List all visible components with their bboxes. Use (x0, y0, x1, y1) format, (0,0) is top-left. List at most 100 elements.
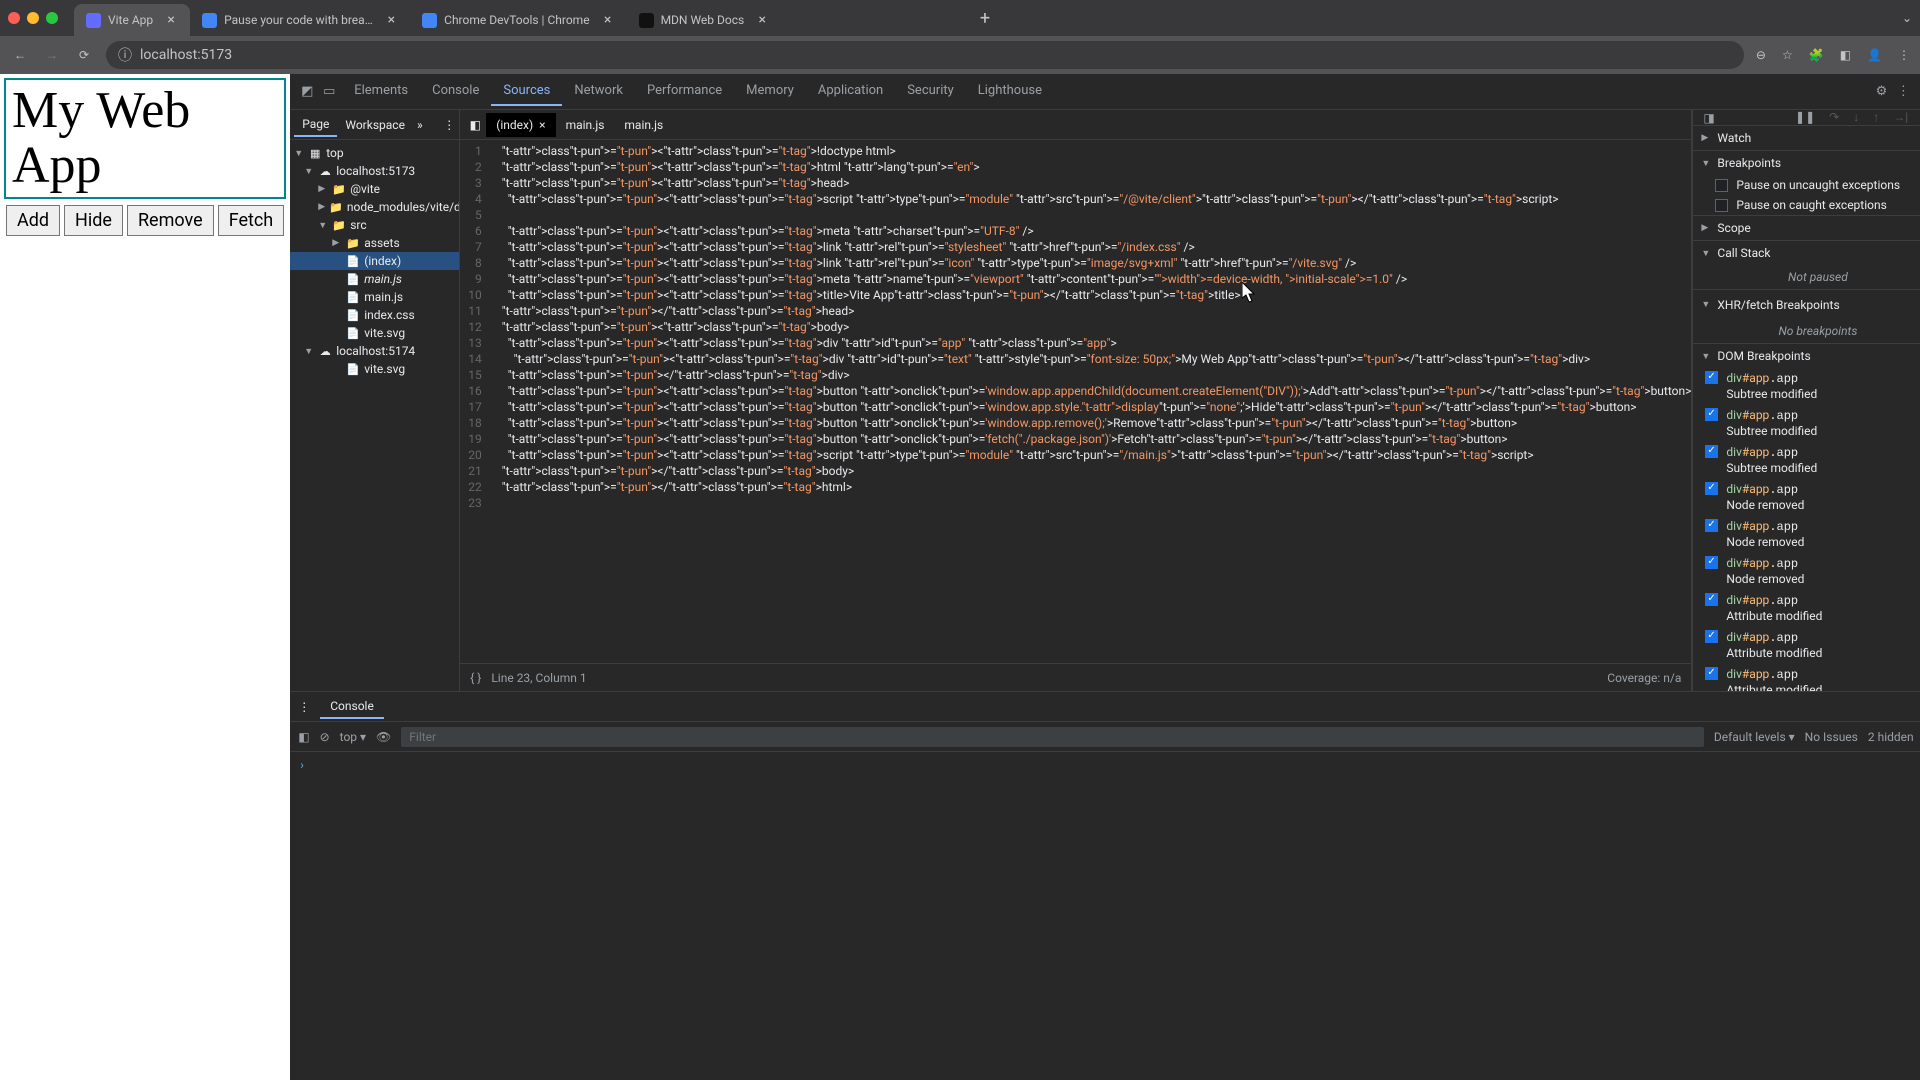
add-button[interactable]: Add (6, 205, 60, 236)
browser-tab[interactable]: Chrome DevTools | Chrome× (410, 4, 626, 36)
profile-icon[interactable]: 👤 (1867, 48, 1882, 62)
toggle-debugger-pane-icon[interactable]: ◨ (1703, 111, 1714, 125)
toggle-navigator-icon[interactable]: ◧ (466, 116, 484, 134)
sidepanel-icon[interactable]: ◧ (1840, 48, 1851, 62)
tree-item[interactable]: ▶📁node_modules/vite/dis (290, 198, 459, 216)
menu-icon[interactable]: ⋮ (1898, 48, 1910, 62)
code-content[interactable]: "t-attr">class"t-pun">="t-pun"><"t-attr"… (490, 140, 1692, 663)
tree-item[interactable]: ▼▦top (290, 144, 459, 162)
tree-item[interactable]: 📄vite.svg (290, 324, 459, 342)
fetch-button[interactable]: Fetch (218, 205, 285, 236)
hide-button[interactable]: Hide (64, 205, 123, 236)
device-mode-icon[interactable]: ▭ (320, 83, 338, 101)
browser-tab[interactable]: Vite App× (74, 4, 190, 36)
remove-button[interactable]: Remove (127, 205, 214, 236)
tree-item[interactable]: 📄(index) (290, 252, 459, 270)
dom-breakpoint-item[interactable]: div#app.appSubtree modified (1693, 368, 1920, 405)
panel-memory[interactable]: Memory (734, 77, 806, 106)
navigator-overflow-icon[interactable]: » (417, 118, 423, 132)
dom-breakpoint-item[interactable]: div#app.appAttribute modified (1693, 627, 1920, 664)
forward-button[interactable]: → (42, 45, 62, 65)
tree-item[interactable]: 📄vite.svg (290, 360, 459, 378)
panel-security[interactable]: Security (895, 77, 966, 106)
step-into-icon[interactable]: ↓ (1853, 110, 1859, 125)
more-icon[interactable]: ⋮ (1894, 83, 1912, 101)
tree-item[interactable]: ▼☁localhost:5174 (290, 342, 459, 360)
drawer-menu-icon[interactable]: ⋮ (298, 700, 310, 714)
navigator-menu-icon[interactable]: ⋮ (443, 118, 455, 132)
dom-breakpoint-item[interactable]: div#app.appSubtree modified (1693, 405, 1920, 442)
checkbox-icon[interactable] (1705, 667, 1718, 680)
console-filter-input[interactable] (401, 727, 1704, 747)
live-expression-icon[interactable]: 👁 (376, 730, 391, 744)
hidden-count[interactable]: 2 hidden (1868, 730, 1914, 744)
console-prompt[interactable]: › (290, 752, 1920, 778)
zoom-icon[interactable]: ⊖ (1756, 48, 1766, 62)
breakpoints-section[interactable]: ▼Breakpoints (1693, 151, 1920, 175)
checkbox-icon[interactable] (1705, 371, 1718, 384)
close-tab-icon[interactable]: × (164, 13, 178, 27)
console-sidebar-icon[interactable]: ◧ (298, 730, 309, 744)
new-tab-button[interactable]: + (972, 8, 998, 29)
dom-breakpoint-item[interactable]: div#app.appSubtree modified (1693, 442, 1920, 479)
console-tab[interactable]: Console (320, 695, 384, 719)
panel-lighthouse[interactable]: Lighthouse (966, 77, 1054, 106)
checkbox-icon[interactable] (1705, 556, 1718, 569)
close-file-icon[interactable]: × (539, 118, 545, 132)
pretty-print-icon[interactable]: { } (470, 671, 481, 685)
xhr-section[interactable]: ▼XHR/fetch Breakpoints+ (1693, 290, 1920, 319)
dom-breakpoint-item[interactable]: div#app.appNode removed (1693, 553, 1920, 590)
panel-sources[interactable]: Sources (491, 77, 562, 106)
navigator-tab-page[interactable]: Page (294, 113, 337, 137)
dom-breakpoints-section[interactable]: ▼DOM Breakpoints (1693, 344, 1920, 368)
close-tab-icon[interactable]: × (601, 13, 615, 27)
console-context[interactable]: top ▾ (340, 730, 366, 744)
pause-icon[interactable]: ❚❚ (1795, 110, 1815, 125)
issues-count[interactable]: No Issues (1805, 730, 1858, 744)
checkbox-icon[interactable] (1705, 593, 1718, 606)
browser-tab[interactable]: Pause your code with breakp× (190, 4, 410, 36)
extensions-icon[interactable]: 🧩 (1809, 48, 1824, 62)
reload-button[interactable]: ⟳ (74, 45, 94, 65)
browser-tab[interactable]: MDN Web Docs× (627, 4, 782, 36)
maximize-window-icon[interactable] (46, 12, 58, 24)
dom-breakpoint-item[interactable]: div#app.appNode removed (1693, 479, 1920, 516)
site-info-icon[interactable]: ⓘ (118, 45, 132, 65)
inspect-icon[interactable]: ◩ (298, 83, 316, 101)
checkbox-icon[interactable] (1705, 445, 1718, 458)
panel-performance[interactable]: Performance (635, 77, 734, 106)
panel-console[interactable]: Console (420, 77, 491, 106)
step-out-icon[interactable]: ↑ (1873, 110, 1879, 125)
chevron-down-icon[interactable]: ⌄ (1902, 11, 1912, 25)
minimize-window-icon[interactable] (27, 12, 39, 24)
checkbox-icon[interactable] (1715, 199, 1728, 212)
url-input[interactable]: ⓘ localhost:5173 (106, 41, 1744, 69)
file-tab[interactable]: main.js (556, 113, 615, 137)
panel-network[interactable]: Network (562, 77, 635, 106)
dom-breakpoint-item[interactable]: div#app.appAttribute modified (1693, 590, 1920, 627)
tree-item[interactable]: ▼☁localhost:5173 (290, 162, 459, 180)
panel-application[interactable]: Application (806, 77, 895, 106)
tree-item[interactable]: 📄index.css (290, 306, 459, 324)
tree-item[interactable]: 📄main.js (290, 288, 459, 306)
back-button[interactable]: ← (10, 45, 30, 65)
dom-breakpoint-item[interactable]: div#app.appNode removed (1693, 516, 1920, 553)
pause-uncaught-row[interactable]: Pause on uncaught exceptions (1693, 175, 1920, 195)
callstack-section[interactable]: ▼Call Stack (1693, 241, 1920, 265)
tree-item[interactable]: ▶📁assets (290, 234, 459, 252)
scope-section[interactable]: ▶Scope (1693, 216, 1920, 240)
step-over-icon[interactable]: ↷ (1829, 110, 1839, 125)
pause-caught-row[interactable]: Pause on caught exceptions (1693, 195, 1920, 215)
file-tab[interactable]: (index)× (486, 113, 555, 137)
step-icon[interactable]: →| (1893, 110, 1908, 125)
close-devtools-icon[interactable]: ✕ (1916, 83, 1920, 101)
bookmark-icon[interactable]: ☆ (1782, 48, 1793, 62)
tree-item[interactable]: ▼📁src (290, 216, 459, 234)
dom-breakpoint-item[interactable]: div#app.appAttribute modified (1693, 664, 1920, 691)
tree-item[interactable]: ▶📁@vite (290, 180, 459, 198)
navigator-tab-workspace[interactable]: Workspace (337, 114, 413, 136)
tree-item[interactable]: 📄main.js (290, 270, 459, 288)
checkbox-icon[interactable] (1715, 179, 1728, 192)
checkbox-icon[interactable] (1705, 630, 1718, 643)
checkbox-icon[interactable] (1705, 482, 1718, 495)
